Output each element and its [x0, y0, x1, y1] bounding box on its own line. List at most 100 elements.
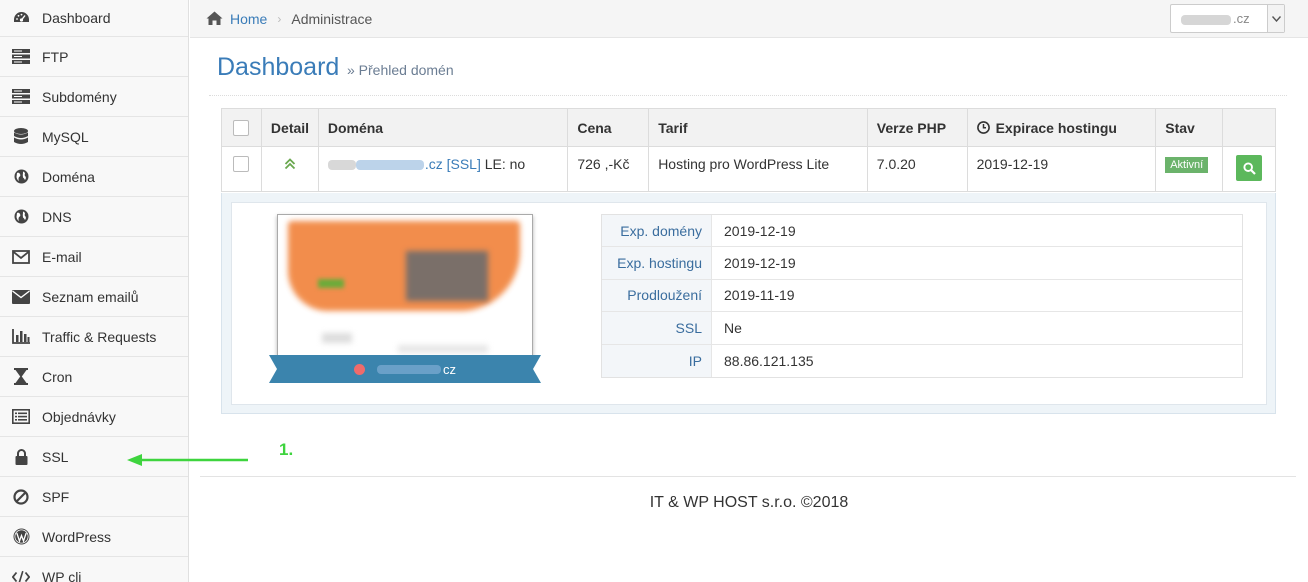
envelope-icon [12, 288, 30, 306]
actions-cell [1223, 147, 1275, 191]
row-select-cell [222, 147, 262, 191]
le-status: LE: no [484, 156, 526, 172]
annotation-label: 1. [279, 440, 294, 459]
status-cell: Aktivní [1156, 147, 1224, 191]
sidebar-item-label: WP cli [42, 568, 82, 582]
sidebar-item-label: Seznam emailů [42, 288, 139, 305]
dashboard-icon [12, 9, 30, 27]
column-header[interactable]: Tarif [649, 109, 868, 146]
column-header[interactable]: Verze PHP [868, 109, 968, 146]
domain-select[interactable]: .cz [1170, 4, 1285, 33]
column-header-actions [1223, 109, 1275, 146]
header-select-all[interactable] [222, 109, 262, 146]
sidebar-item-dashboard[interactable]: Dashboard [0, 0, 188, 37]
sidebar-item-objednavky[interactable]: Objednávky [0, 397, 188, 437]
sidebar-item-domena[interactable]: Doména [0, 157, 188, 197]
column-header[interactable]: Stav [1156, 109, 1224, 146]
sidebar-item-wordpress[interactable]: WordPress [0, 517, 188, 557]
website-preview[interactable] [277, 214, 533, 364]
row-checkbox[interactable] [233, 156, 250, 172]
sidebar: Dashboard FTP Subdomény MySQL Doména DNS [0, 0, 189, 582]
info-key: Exp. domény [602, 215, 712, 247]
sidebar-item-subdomeny[interactable]: Subdomény [0, 77, 188, 117]
domains-table: Detail Doména Cena Tarif Verze PHP Expir… [221, 108, 1276, 192]
info-value: Ne [724, 319, 742, 336]
sidebar-item-label: FTP [42, 48, 69, 65]
domain-select-value: .cz [1171, 11, 1267, 26]
page-title: Dashboard [217, 53, 340, 81]
server-icon [12, 48, 30, 66]
breadcrumb: Home › Administrace [206, 0, 372, 38]
view-domain-button[interactable] [1236, 155, 1263, 181]
sidebar-item-spf[interactable]: SPF [0, 477, 188, 517]
column-header[interactable]: Doména [319, 109, 569, 146]
info-value: 88.86.121.135 [724, 352, 814, 369]
sidebar-item-traffic[interactable]: Traffic & Requests [0, 317, 188, 357]
envelope-outline-icon [12, 248, 30, 266]
column-header-expiration[interactable]: Expirace hostingu [968, 109, 1157, 146]
expiration-cell: 2019-12-19 [968, 147, 1157, 191]
page-subtitle: » Přehled domén [347, 62, 454, 78]
preview-domain-label: cz [269, 355, 541, 383]
divider [200, 476, 1296, 477]
domain-info-table: Exp. domény 2019-12-19 Exp. hostingu 201… [601, 214, 1243, 378]
list-icon [12, 408, 30, 426]
sidebar-item-cron[interactable]: Cron [0, 357, 188, 397]
sidebar-item-label: SPF [42, 488, 70, 505]
sidebar-item-label: SSL [42, 448, 69, 465]
column-header[interactable]: Detail [262, 109, 319, 146]
hourglass-icon [12, 368, 30, 386]
sidebar-item-email[interactable]: E-mail [0, 237, 188, 277]
info-row: Prodloužení 2019-11-19 [602, 279, 1242, 313]
sidebar-item-dns[interactable]: DNS [0, 197, 188, 237]
ssl-link[interactable]: [SSL] [447, 156, 481, 172]
globe-icon [12, 208, 30, 226]
column-header-label: Expirace hostingu [995, 119, 1117, 136]
table-row: .cz [SSL] LE: no 726 ,-Kč Hosting pro Wo… [221, 147, 1276, 192]
sidebar-item-label: Traffic & Requests [42, 328, 157, 345]
chevron-double-up-icon[interactable] [284, 158, 296, 170]
wordpress-icon [12, 528, 30, 546]
blurred-domain [355, 160, 424, 171]
breadcrumb-home-link[interactable]: Home [230, 11, 267, 27]
sidebar-item-label: Dashboard [42, 10, 111, 26]
divider [209, 95, 1287, 96]
globe-icon [12, 168, 30, 186]
database-icon [12, 128, 30, 146]
sidebar-item-wp-cli[interactable]: WP cli [0, 557, 188, 582]
topbar: Home › Administrace .cz [190, 0, 1308, 38]
sidebar-item-label: Objednávky [42, 408, 116, 425]
sidebar-item-label: MySQL [42, 128, 89, 145]
info-key: Exp. hostingu [602, 247, 712, 279]
breadcrumb-current: Administrace [291, 11, 373, 27]
sidebar-item-seznam-emailu[interactable]: Seznam emailů [0, 277, 188, 317]
blurred-domain [377, 364, 441, 374]
sidebar-item-label: Doména [42, 168, 95, 185]
info-value: 2019-12-19 [724, 255, 796, 272]
status-dot-icon [354, 363, 365, 375]
ban-icon [12, 488, 30, 506]
sidebar-item-ftp[interactable]: FTP [0, 37, 188, 77]
detail-content: cz Exp. domény 2019-12-19 Exp. hostingu … [231, 202, 1267, 405]
home-icon[interactable] [206, 11, 223, 28]
sidebar-item-label: WordPress [42, 528, 111, 545]
info-row: Exp. hostingu 2019-12-19 [602, 247, 1242, 280]
info-row: Exp. domény 2019-12-19 [602, 215, 1242, 248]
chevron-down-icon[interactable] [1267, 5, 1284, 32]
sidebar-item-label: Subdomény [42, 88, 117, 105]
select-all-checkbox[interactable] [233, 119, 250, 136]
preview-domain-suffix: cz [443, 361, 456, 377]
lock-icon [12, 448, 30, 466]
sidebar-item-mysql[interactable]: MySQL [0, 117, 188, 157]
code-icon [12, 568, 30, 582]
domain-cell: .cz [SSL] LE: no [319, 147, 569, 191]
info-row: IP 88.86.121.135 [602, 344, 1242, 377]
php-version-cell: 7.0.20 [868, 147, 968, 191]
domain-link[interactable]: .cz [425, 156, 443, 172]
info-key: IP [602, 344, 712, 377]
status-badge: Aktivní [1165, 157, 1209, 173]
column-header[interactable]: Cena [568, 109, 650, 146]
bar-chart-icon [12, 328, 30, 346]
detail-cell [262, 147, 319, 191]
table-header: Detail Doména Cena Tarif Verze PHP Expir… [221, 108, 1276, 147]
